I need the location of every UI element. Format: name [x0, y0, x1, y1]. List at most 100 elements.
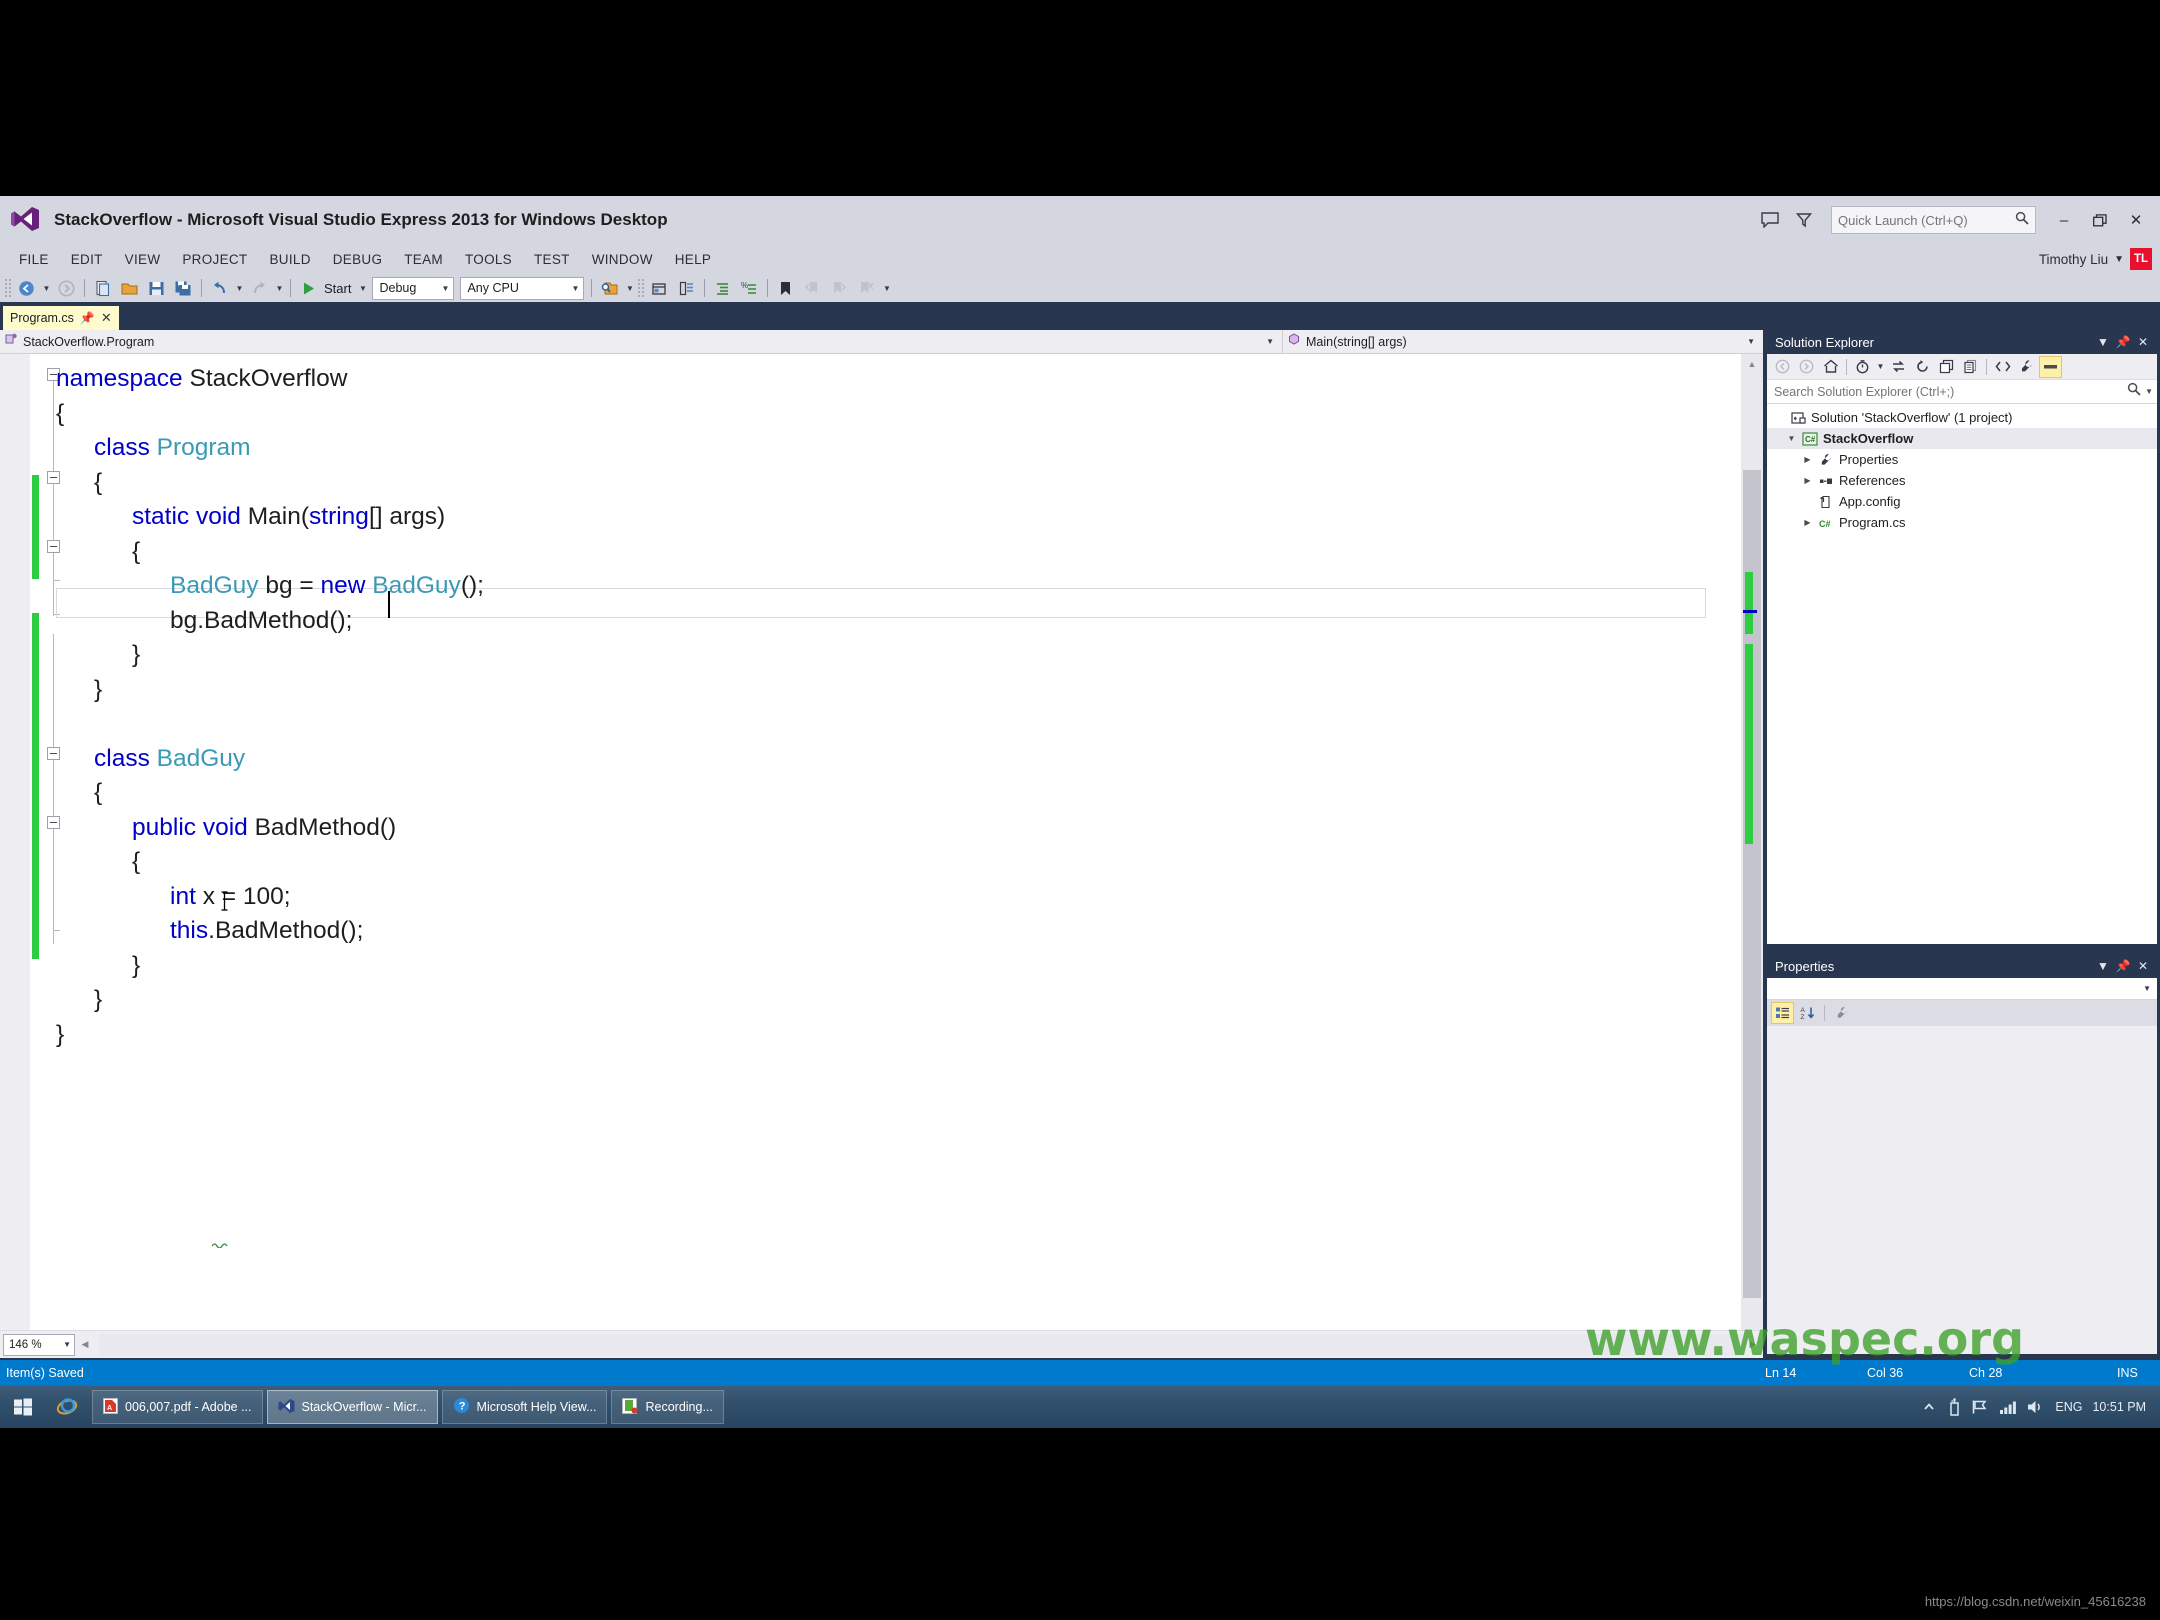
user-account-area[interactable]: Timothy Liu ▼ TL — [2039, 244, 2152, 274]
undo-icon[interactable] — [207, 276, 232, 300]
code-line[interactable]: { — [56, 466, 1656, 501]
navigate-back-icon[interactable] — [14, 276, 39, 300]
taskbar-item-help-viewer[interactable]: ? Microsoft Help View... — [441, 1390, 608, 1424]
action-center-flag-icon[interactable] — [1972, 1399, 1989, 1415]
scroll-left-icon[interactable]: ◀ — [75, 1334, 95, 1356]
code-line[interactable]: } — [56, 1018, 1656, 1053]
code-line[interactable]: { — [56, 535, 1656, 570]
code-line[interactable]: bg.BadMethod(); — [56, 604, 1656, 639]
chevron-down-icon[interactable]: ▼ — [2114, 254, 2124, 265]
code-line[interactable]: } — [56, 949, 1656, 984]
solution-explorer-tree[interactable]: ♦ Solution 'StackOverflow' (1 project) ▼… — [1767, 404, 2157, 944]
avatar[interactable]: TL — [2130, 248, 2152, 270]
code-line[interactable]: { — [56, 845, 1656, 880]
solution-configuration-combo[interactable]: Debug ▼ — [372, 276, 455, 300]
menu-edit[interactable]: EDIT — [60, 249, 114, 270]
network-signal-icon[interactable] — [1999, 1400, 2017, 1415]
search-icon[interactable] — [2127, 382, 2141, 401]
search-input[interactable] — [1774, 384, 2128, 399]
scroll-up-icon[interactable]: ▲ — [1741, 354, 1763, 374]
chevron-down-icon[interactable]: ▼ — [2145, 387, 2153, 396]
usb-device-icon[interactable] — [1946, 1398, 1962, 1416]
code-line[interactable]: class Program — [56, 431, 1656, 466]
code-line[interactable]: } — [56, 983, 1656, 1018]
clear-bookmarks-icon[interactable] — [854, 276, 879, 300]
find-in-files-icon[interactable] — [597, 276, 622, 300]
tray-language[interactable]: ENG — [2055, 1400, 2082, 1414]
taskbar-item-visual-studio[interactable]: StackOverflow - Micr... — [266, 1390, 438, 1424]
menu-build[interactable]: BUILD — [258, 249, 321, 270]
editor-vertical-scrollbar[interactable]: ⇵ ▲ ▼ — [1741, 354, 1763, 1358]
refresh-icon[interactable] — [1911, 356, 1934, 378]
code-line[interactable]: { — [56, 776, 1656, 811]
code-line[interactable]: static void Main(string[] args) — [56, 500, 1656, 535]
open-file-icon[interactable] — [117, 276, 142, 300]
code-line[interactable]: BadGuy bg = new BadGuy(); — [56, 569, 1656, 604]
bookmark-icon[interactable] — [773, 276, 798, 300]
navbar-class-combo[interactable]: StackOverflow.Program ▼ — [0, 329, 1283, 354]
menu-window[interactable]: WINDOW — [581, 249, 664, 270]
redo-dropdown-icon[interactable]: ▼ — [274, 284, 285, 293]
tray-clock[interactable]: 10:51 PM — [2092, 1400, 2146, 1414]
windows-start-icon[interactable] — [0, 1387, 46, 1427]
menu-tools[interactable]: TOOLS — [454, 249, 523, 270]
tree-expander-expanded[interactable]: ▼ — [1783, 434, 1800, 443]
minimize-button[interactable]: – — [2046, 203, 2082, 237]
pending-changes-icon[interactable] — [1851, 356, 1874, 378]
tree-node-project[interactable]: ▼ C# StackOverflow — [1767, 428, 2157, 449]
chevron-down-icon[interactable]: ▼ — [572, 284, 580, 293]
menu-help[interactable]: HELP — [664, 249, 722, 270]
pin-icon[interactable]: 📌 — [2113, 332, 2133, 352]
undo-dropdown-icon[interactable]: ▼ — [234, 284, 245, 293]
tree-node-program-cs[interactable]: ▶ C# Program.cs — [1767, 512, 2157, 533]
back-icon[interactable] — [1771, 356, 1794, 378]
toolbar-overflow-icon[interactable]: ▼ — [881, 284, 892, 293]
view-code-icon[interactable] — [1991, 356, 2014, 378]
close-icon[interactable]: ✕ — [2133, 332, 2153, 352]
menu-view[interactable]: VIEW — [114, 249, 172, 270]
new-project-icon[interactable] — [90, 276, 115, 300]
code-line[interactable]: { — [56, 397, 1656, 432]
menu-test[interactable]: TEST — [523, 249, 581, 270]
close-icon[interactable]: ✕ — [2133, 956, 2153, 976]
start-button-label[interactable]: Start — [323, 281, 355, 296]
tree-expander-collapsed[interactable]: ▶ — [1799, 455, 1816, 464]
code-line[interactable]: namespace StackOverflow — [56, 362, 1656, 397]
save-icon[interactable] — [144, 276, 169, 300]
properties-window-icon[interactable] — [674, 276, 699, 300]
save-all-icon[interactable] — [171, 276, 196, 300]
start-dropdown-icon[interactable]: ▼ — [357, 284, 368, 293]
redo-icon[interactable] — [247, 276, 272, 300]
property-pages-icon[interactable] — [1830, 1002, 1853, 1024]
code-line[interactable]: } — [56, 673, 1656, 708]
close-button[interactable]: ✕ — [2118, 203, 2154, 237]
forward-icon[interactable] — [1795, 356, 1818, 378]
menu-file[interactable]: FILE — [8, 249, 60, 270]
chevron-down-icon[interactable]: ▼ — [2093, 332, 2113, 352]
chevron-down-icon[interactable]: ▼ — [2093, 956, 2113, 976]
sync-with-active-document-icon[interactable] — [1887, 356, 1910, 378]
pin-icon[interactable]: 📌 — [80, 311, 95, 325]
indicator-margin[interactable] — [0, 354, 30, 1358]
categorized-view-icon[interactable] — [1771, 1002, 1794, 1024]
toolbar-grip[interactable] — [4, 278, 12, 298]
tree-node-app-config[interactable]: App.config — [1767, 491, 2157, 512]
navbar-member-combo[interactable]: Main(string[] args) ▼ — [1283, 330, 1763, 354]
volume-icon[interactable] — [2027, 1399, 2045, 1415]
tab-program-cs[interactable]: Program.cs 📌 ✕ — [3, 306, 119, 330]
pin-icon[interactable]: 📌 — [2113, 956, 2133, 976]
code-line[interactable]: int x = 100; — [56, 880, 1656, 915]
collapse-all-icon[interactable] — [1935, 356, 1958, 378]
toolbar-overflow-icon[interactable]: ▼ — [624, 284, 635, 293]
next-bookmark-icon[interactable] — [827, 276, 852, 300]
code-line[interactable]: class BadGuy — [56, 742, 1656, 777]
properties-object-combo[interactable]: ▼ — [1767, 978, 2157, 1000]
code-line[interactable]: } — [56, 638, 1656, 673]
alphabetical-sort-icon[interactable]: AZ — [1796, 1002, 1819, 1024]
quick-launch-box[interactable] — [1831, 206, 2036, 234]
code-line[interactable] — [56, 707, 1656, 742]
tree-node-solution[interactable]: ♦ Solution 'StackOverflow' (1 project) — [1767, 407, 2157, 428]
chevron-down-icon[interactable]: ▼ — [1875, 362, 1886, 371]
chevron-down-icon[interactable]: ▼ — [63, 1340, 71, 1349]
code-line[interactable]: public void BadMethod() — [56, 811, 1656, 846]
